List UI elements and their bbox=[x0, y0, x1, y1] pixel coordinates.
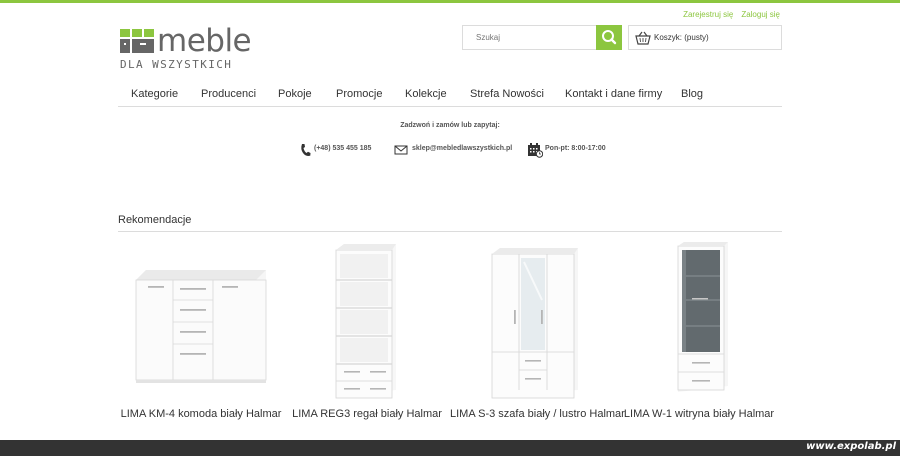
product-image-display-cabinet[interactable] bbox=[616, 240, 782, 400]
nav-item-strefa-nowosci[interactable]: Strefa Nowości bbox=[470, 88, 544, 100]
search-icon bbox=[602, 30, 617, 45]
search-button[interactable] bbox=[596, 25, 622, 50]
nav-item-producenci[interactable]: Producenci bbox=[201, 88, 256, 100]
product-card[interactable]: LIMA KM-4 komoda biały Halmar bbox=[118, 240, 284, 420]
section-divider bbox=[118, 231, 782, 232]
product-image-bookshelf[interactable] bbox=[284, 240, 450, 400]
account-links: Zarejestruj się Zaloguj się bbox=[683, 10, 780, 19]
watermark-text: www.expolab.pl bbox=[806, 441, 896, 452]
logo-subtitle: DLA WSZYSTKICH bbox=[120, 58, 233, 71]
cart-status: (pusty) bbox=[684, 33, 709, 42]
site-logo[interactable]: meble DLA WSZYSTKICH bbox=[120, 23, 252, 73]
product-name[interactable]: LIMA REG3 regał biały Halmar bbox=[284, 408, 450, 420]
register-link[interactable]: Zarejestruj się bbox=[683, 10, 733, 19]
opening-hours: Pon-pt: 8:00-17:00 bbox=[545, 145, 606, 152]
nav-item-kolekcje[interactable]: Kolekcje bbox=[405, 88, 447, 100]
login-link[interactable]: Zaloguj się bbox=[741, 10, 780, 19]
contact-phone[interactable]: (+48) 535 455 185 bbox=[300, 143, 390, 157]
cart-text: Koszyk: (pusty) bbox=[654, 33, 709, 42]
nav-item-kontakt[interactable]: Kontakt i dane firmy bbox=[565, 88, 662, 100]
recommendations-title: Rekomendacje bbox=[118, 214, 192, 226]
contact-email[interactable]: sklep@mebledlawszystkich.pl bbox=[394, 143, 524, 157]
contact-heading: Zadzwoń i zamów lub zapytaj: bbox=[400, 122, 500, 129]
product-card[interactable]: LIMA S-3 szafa biały / lustro Halmar bbox=[450, 240, 625, 420]
nav-item-promocje[interactable]: Promocje bbox=[336, 88, 382, 100]
product-name[interactable]: LIMA S-3 szafa biały / lustro Halmar bbox=[450, 408, 625, 420]
phone-icon bbox=[301, 144, 311, 156]
logo-word: meble bbox=[157, 23, 252, 59]
email-address: sklep@mebledlawszystkich.pl bbox=[412, 145, 513, 152]
basket-icon bbox=[635, 31, 651, 45]
footer-bar: www.expolab.pl bbox=[0, 440, 900, 456]
product-image-dresser[interactable] bbox=[118, 240, 284, 400]
product-name[interactable]: LIMA W-1 witryna biały Halmar bbox=[616, 408, 782, 420]
cart-label: Koszyk: bbox=[654, 33, 683, 42]
search-box bbox=[462, 25, 622, 50]
search-input[interactable] bbox=[463, 26, 597, 49]
top-accent-bar bbox=[0, 0, 900, 3]
mail-icon bbox=[394, 145, 408, 155]
contact-hours: Pon-pt: 8:00-17:00 bbox=[527, 143, 617, 158]
cart-box[interactable]: Koszyk: (pusty) bbox=[628, 25, 782, 50]
product-image-wardrobe[interactable] bbox=[450, 240, 616, 400]
calendar-icon bbox=[528, 143, 543, 158]
product-card[interactable]: LIMA REG3 regał biały Halmar bbox=[284, 240, 450, 420]
main-navigation: Kategorie Producenci Pokoje Promocje Kol… bbox=[118, 84, 782, 107]
product-name[interactable]: LIMA KM-4 komoda biały Halmar bbox=[118, 408, 284, 420]
nav-item-blog[interactable]: Blog bbox=[681, 88, 703, 100]
logo-furniture-icon bbox=[120, 29, 154, 53]
product-card[interactable]: LIMA W-1 witryna biały Halmar bbox=[616, 240, 782, 420]
nav-item-pokoje[interactable]: Pokoje bbox=[278, 88, 312, 100]
nav-item-kategorie[interactable]: Kategorie bbox=[131, 88, 178, 100]
phone-number: (+48) 535 455 185 bbox=[314, 145, 372, 152]
